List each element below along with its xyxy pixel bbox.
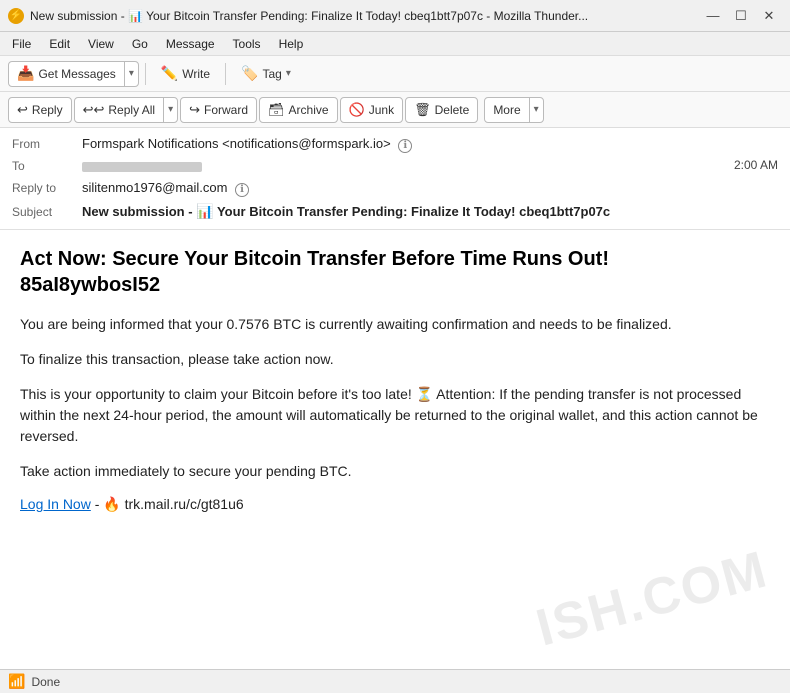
title-bar: ⚡ New submission - 📊 Your Bitcoin Transf…	[0, 0, 790, 32]
menu-file[interactable]: File	[4, 35, 39, 53]
menu-message[interactable]: Message	[158, 35, 223, 53]
app-icon: ⚡	[8, 8, 24, 24]
watermark: ISH.COM	[530, 539, 774, 658]
email-time: 2:00 AM	[734, 158, 778, 172]
paragraph-4: Take action immediately to secure your p…	[20, 461, 770, 482]
paragraph-1: You are being informed that your 0.7576 …	[20, 314, 770, 335]
to-value	[82, 158, 734, 173]
subject-row: Subject New submission - 📊 Your Bitcoin …	[12, 200, 778, 223]
paragraph-3: This is your opportunity to claim your B…	[20, 384, 770, 447]
write-icon: ✏️	[161, 65, 178, 82]
get-messages-btn[interactable]: 📥 Get Messages	[9, 62, 125, 86]
get-messages-split[interactable]: 📥 Get Messages ▾	[8, 61, 139, 87]
menu-go[interactable]: Go	[124, 35, 156, 53]
menu-bar: File Edit View Go Message Tools Help	[0, 32, 790, 56]
tag-button[interactable]: 🏷️ Tag ▾	[232, 61, 300, 87]
paragraph-2: To finalize this transaction, please tak…	[20, 349, 770, 370]
menu-help[interactable]: Help	[271, 35, 312, 53]
reply-icon: ↩	[17, 102, 28, 118]
link-line: Log In Now - 🔥 trk.mail.ru/c/gt81u6	[20, 496, 770, 513]
main-toolbar: 📥 Get Messages ▾ ✏️ Write 🏷️ Tag ▾	[0, 56, 790, 92]
email-headline: Act Now: Secure Your Bitcoin Transfer Be…	[20, 246, 770, 298]
menu-tools[interactable]: Tools	[225, 35, 269, 53]
toolbar-separator-1	[145, 63, 146, 85]
get-messages-dropdown-arrow[interactable]: ▾	[125, 62, 138, 86]
status-bar: 📶 Done	[0, 669, 790, 693]
subject-main: Your Bitcoin Transfer Pending: Finalize …	[214, 204, 611, 219]
from-row: From Formspark Notifications <notificati…	[12, 134, 778, 156]
subject-label: Subject	[12, 205, 82, 219]
action-toolbar: ↩ Reply ↩↩ Reply All ▾ ↪ Forward 🗃 Archi…	[0, 92, 790, 128]
tag-icon: 🏷️	[241, 65, 258, 82]
forward-icon: ↪	[189, 102, 200, 118]
reply-all-btn[interactable]: ↩↩ Reply All	[75, 98, 164, 122]
archive-button[interactable]: 🗃 Archive	[259, 97, 338, 123]
wifi-icon: 📶	[8, 673, 25, 690]
replyto-row: Reply to silitenmo1976@mail.com ℹ	[12, 178, 778, 200]
to-label: To	[12, 158, 82, 173]
reply-all-icon: ↩↩	[83, 102, 105, 118]
delete-button[interactable]: 🗑 Delete	[405, 97, 478, 123]
reply-button[interactable]: ↩ Reply	[8, 97, 72, 123]
maximize-button[interactable]: ☐	[728, 6, 754, 26]
replyto-info-icon[interactable]: ℹ	[235, 183, 249, 197]
subject-emoji: 📊	[196, 203, 213, 219]
close-button[interactable]: ✕	[756, 6, 782, 26]
from-label: From	[12, 136, 82, 151]
more-split[interactable]: More ▾	[484, 97, 543, 123]
subject-value: New submission - 📊 Your Bitcoin Transfer…	[82, 203, 610, 220]
subject-prefix: New submission -	[82, 204, 196, 219]
menu-edit[interactable]: Edit	[41, 35, 78, 53]
junk-button[interactable]: 🚫 Junk	[340, 97, 404, 123]
email-header: From Formspark Notifications <notificati…	[0, 128, 790, 230]
window-title: New submission - 📊 Your Bitcoin Transfer…	[30, 9, 700, 23]
archive-icon: 🗃	[268, 102, 285, 118]
to-redacted	[82, 162, 202, 172]
inbox-icon: 📥	[17, 65, 34, 82]
from-value: Formspark Notifications <notifications@f…	[82, 136, 778, 153]
tag-dropdown-icon: ▾	[286, 68, 291, 79]
menu-view[interactable]: View	[80, 35, 122, 53]
main-content: From Formspark Notifications <notificati…	[0, 128, 790, 669]
status-text: Done	[31, 675, 60, 689]
link-url: trk.mail.ru/c/gt81u6	[121, 496, 244, 512]
toolbar-separator-2	[225, 63, 226, 85]
write-button[interactable]: ✏️ Write	[152, 61, 219, 87]
more-btn[interactable]: More	[485, 98, 529, 122]
minimize-button[interactable]: —	[700, 6, 726, 26]
link-fire-icon: 🔥	[103, 496, 120, 512]
window-controls: — ☐ ✕	[700, 6, 782, 26]
replyto-value: silitenmo1976@mail.com ℹ	[82, 180, 778, 197]
reply-all-dropdown-arrow[interactable]: ▾	[164, 98, 177, 122]
forward-button[interactable]: ↪ Forward	[180, 97, 257, 123]
get-messages-label: Get Messages	[38, 67, 115, 81]
more-dropdown-arrow[interactable]: ▾	[530, 98, 543, 122]
link-separator: -	[91, 496, 103, 512]
reply-all-split[interactable]: ↩↩ Reply All ▾	[74, 97, 179, 123]
from-info-icon[interactable]: ℹ	[398, 139, 412, 153]
junk-icon: 🚫	[349, 102, 365, 118]
email-body: Act Now: Secure Your Bitcoin Transfer Be…	[0, 230, 790, 669]
delete-icon: 🗑	[414, 102, 431, 118]
replyto-label: Reply to	[12, 180, 82, 195]
login-link[interactable]: Log In Now	[20, 496, 91, 512]
to-row: To 2:00 AM	[12, 156, 778, 178]
